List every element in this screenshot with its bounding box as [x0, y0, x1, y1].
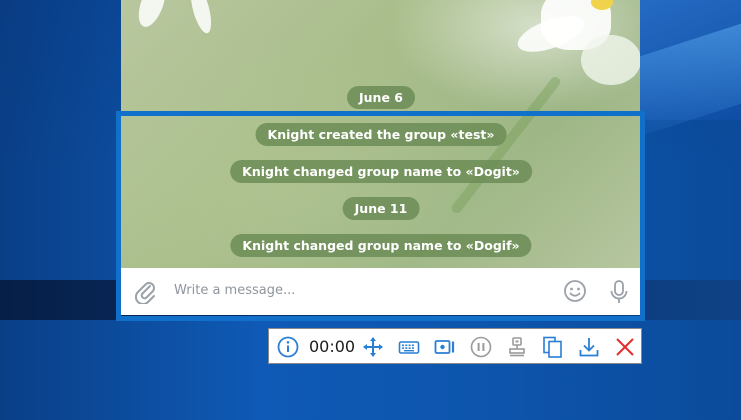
close-icon[interactable] — [614, 336, 636, 358]
recorder-toolbar: 00:00 — [268, 328, 642, 364]
pause-icon[interactable] — [470, 336, 492, 358]
info-icon[interactable] — [277, 336, 299, 358]
recording-timer: 00:00 — [309, 337, 356, 356]
move-icon[interactable] — [362, 336, 384, 358]
keyboard-icon[interactable] — [398, 336, 420, 358]
wallpaper-petal — [186, 0, 216, 36]
wallpaper-petal — [133, 0, 171, 31]
recording-area-frame[interactable] — [116, 111, 645, 321]
stamp-icon[interactable] — [506, 336, 528, 358]
wallpaper-petal — [581, 35, 640, 85]
copy-icon[interactable] — [542, 336, 564, 358]
date-badge: June 6 — [347, 86, 415, 109]
download-icon[interactable] — [578, 336, 600, 358]
webcam-icon[interactable] — [434, 336, 456, 358]
